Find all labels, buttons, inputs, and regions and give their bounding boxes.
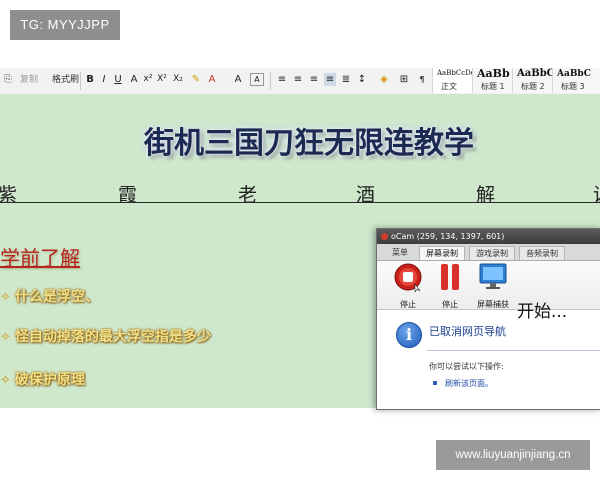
strikethrough-icon[interactable]: x²	[142, 73, 154, 86]
ocam-titlebar[interactable]: oCam (259, 134, 1397, 601)	[377, 229, 600, 244]
toolbar-divider	[80, 72, 81, 90]
justify-icon[interactable]: ≡	[324, 73, 336, 86]
pause-button-label[interactable]: 停止	[437, 299, 463, 310]
toolbar-divider	[270, 72, 271, 90]
subtitle-underline	[0, 202, 600, 203]
char-shading-icon[interactable]: A	[232, 73, 244, 86]
editor-toolbar: ⎘ 复制 格式刷 B I U A x² X² X₂ ✎ A A A ≡ ≡ ≡ …	[0, 67, 600, 95]
ocam-app-icon	[381, 233, 388, 240]
bullet-item: ✧ 破保护原理	[0, 368, 85, 392]
copy-button[interactable]: 复制	[20, 72, 38, 88]
error-divider	[427, 350, 600, 351]
style-preview: AaBbC	[517, 68, 555, 79]
char-border-icon[interactable]: A	[250, 73, 264, 86]
pause-icon[interactable]	[437, 262, 463, 292]
font-color-icon[interactable]: A	[128, 73, 140, 86]
style-preview: AaBbC	[557, 69, 591, 79]
diamond-bullet-icon: ✧	[0, 330, 11, 345]
bullet-item: ✧ 什么是浮空、	[0, 285, 99, 309]
italic-button[interactable]: I	[98, 73, 110, 86]
bullet-icon	[433, 381, 437, 385]
tab-menu[interactable]: 菜单	[385, 246, 415, 259]
underline-button[interactable]: U	[112, 73, 124, 86]
diamond-bullet-icon: ✧	[0, 290, 11, 305]
bullet-text: 破保护原理	[14, 372, 85, 388]
style-label: 标题 3	[561, 82, 585, 91]
text-color-icon[interactable]: A	[206, 73, 218, 86]
align-center-icon[interactable]: ≡	[292, 73, 304, 86]
borders-icon[interactable]: ⊞	[398, 73, 410, 86]
format-painter-button[interactable]: 格式刷	[52, 72, 79, 88]
shading-icon[interactable]: ◈	[378, 73, 390, 86]
bullet-text: 什么是浮空、	[14, 289, 99, 305]
show-marks-icon[interactable]: ¶	[416, 73, 428, 86]
diamond-bullet-icon: ✧	[0, 373, 11, 388]
ocam-tab-bar: 菜单 屏幕录制 游戏录制 音频录制	[377, 244, 600, 261]
highlight-icon[interactable]: ✎	[190, 73, 202, 86]
paste-icon[interactable]: ⎘	[2, 73, 14, 86]
capture-button-label[interactable]: 屏幕捕获	[473, 299, 513, 310]
style-label: 标题 1	[481, 82, 505, 91]
watermark-bottom: www.liuyuanjinjiang.cn	[436, 440, 590, 470]
style-heading-2[interactable]: AaBbC 标题 2	[512, 68, 555, 93]
start-label[interactable]: 开始...	[517, 297, 567, 322]
style-preview: AaBbCcDd	[437, 69, 476, 77]
navigation-cancelled-title: 已取消网页导航	[429, 325, 506, 338]
align-right-icon[interactable]: ≡	[308, 73, 320, 86]
subscript-icon[interactable]: X₂	[172, 73, 184, 86]
bullet-text: 怪自动掉落的最大浮空指是多少	[14, 329, 211, 345]
ocam-title: oCam (259, 134, 1397, 601)	[391, 232, 505, 241]
ocam-toolbar: 停止 停止 屏幕捕获 开始...	[377, 261, 600, 322]
watermark-top: TG: MYYJJPP	[10, 10, 120, 40]
style-heading-1[interactable]: AaBb 标题 1	[472, 67, 513, 93]
style-label: 正文	[441, 82, 457, 91]
tab-audio-record[interactable]: 音频录制	[519, 246, 565, 260]
style-normal[interactable]: AaBbCcDd 正文	[432, 68, 476, 93]
distribute-icon[interactable]: ≣	[340, 73, 352, 86]
bold-button[interactable]: B	[84, 73, 96, 86]
tab-screen-record[interactable]: 屏幕录制	[419, 246, 465, 260]
style-label: 标题 2	[521, 82, 545, 91]
error-subtitle: 你可以尝试以下操作:	[429, 362, 504, 371]
record-stop-icon[interactable]	[393, 262, 423, 292]
ocam-window[interactable]: oCam (259, 134, 1397, 601) 菜单 屏幕录制 游戏录制 …	[376, 228, 600, 410]
line-spacing-icon[interactable]: ↕	[356, 73, 368, 86]
superscript-icon[interactable]: X²	[156, 73, 168, 86]
stop-button-label[interactable]: 停止	[395, 299, 421, 310]
monitor-icon[interactable]	[478, 262, 508, 292]
style-heading-3[interactable]: AaBbC 标题 3	[552, 68, 600, 93]
info-icon: i	[396, 322, 422, 348]
style-preview: AaBb	[477, 67, 510, 80]
document-title: 街机三国刀狂无限连教学	[144, 126, 474, 161]
section-heading: 学前了解	[0, 246, 80, 270]
bullet-item: ✧ 怪自动掉落的最大浮空指是多少	[0, 325, 211, 349]
tab-game-record[interactable]: 游戏录制	[469, 246, 515, 260]
align-left-icon[interactable]: ≡	[276, 73, 288, 86]
refresh-page-link[interactable]: 刷新该页面。	[445, 378, 493, 389]
